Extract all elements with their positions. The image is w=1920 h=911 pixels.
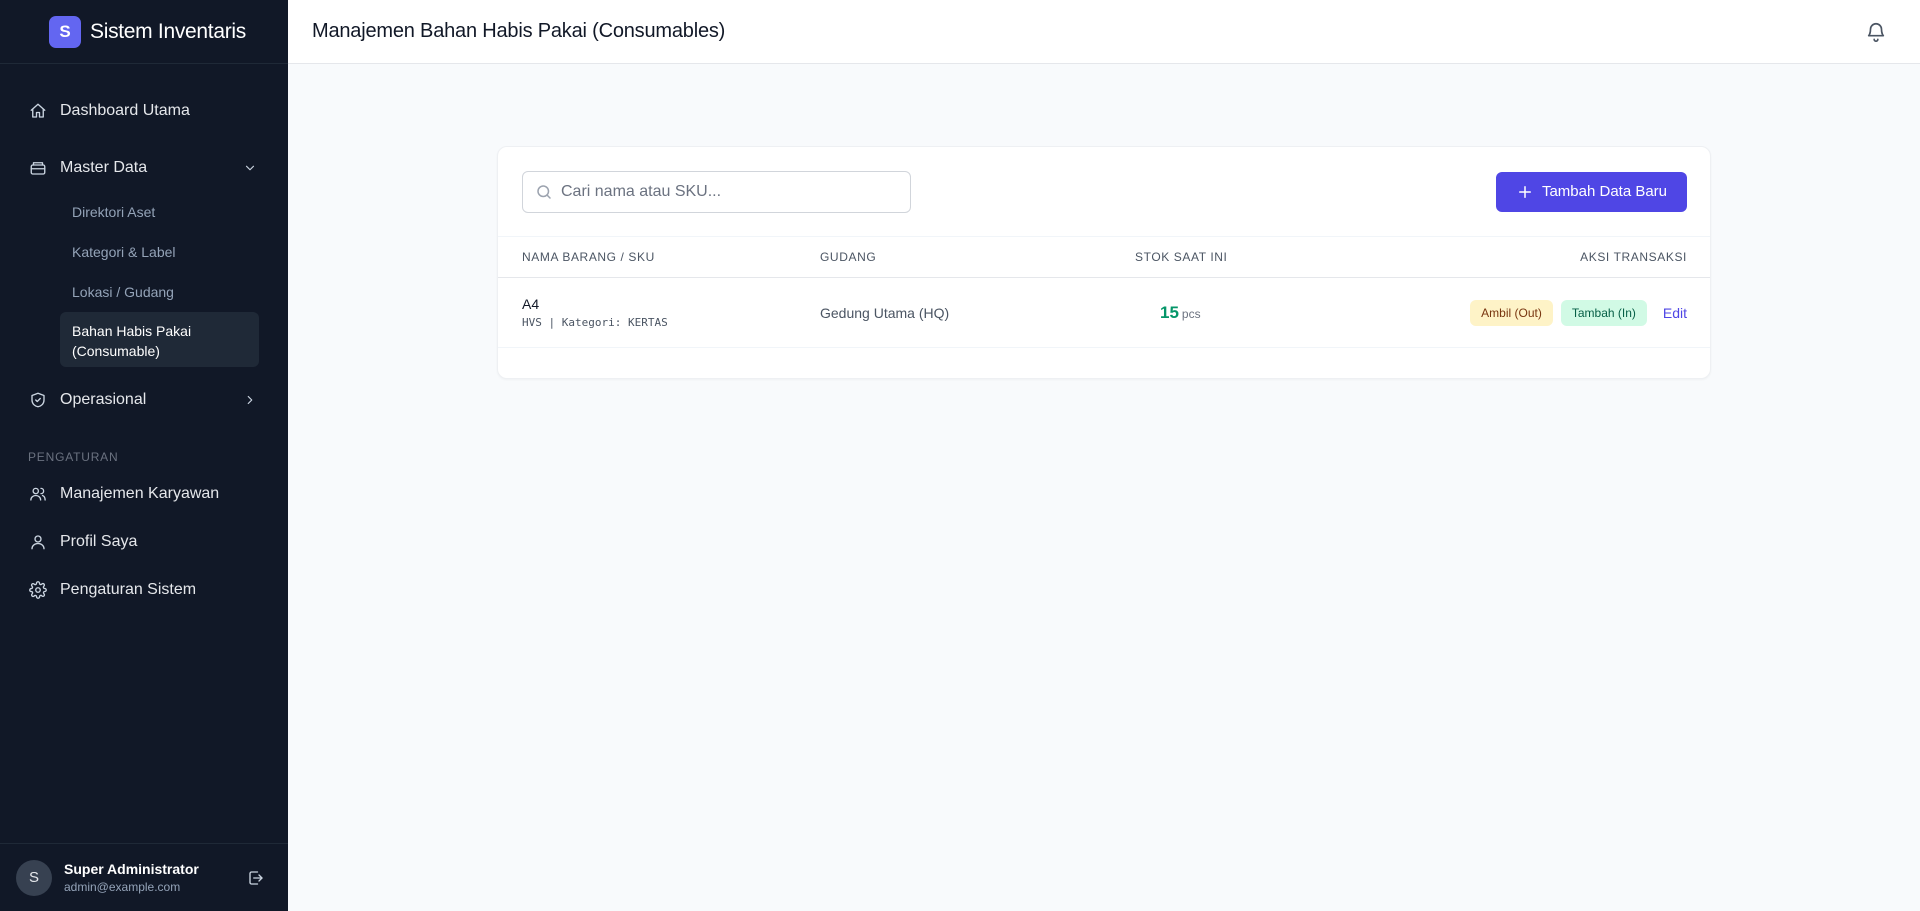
cell-stok: 15 pcs <box>1135 303 1315 323</box>
sidebar-item-pengaturan-sistem[interactable]: Pengaturan Sistem <box>0 566 288 614</box>
sidebar-item-dashboard[interactable]: Dashboard Utama <box>0 87 288 135</box>
gear-icon <box>28 580 48 600</box>
user-info: Super Administrator admin@example.com <box>64 861 246 894</box>
section-label-pengaturan: PENGATURAN <box>28 450 119 464</box>
sidebar-item-label: Master Data <box>60 159 148 176</box>
column-header-gudang: GUDANG <box>820 250 877 264</box>
stock-value: 15 <box>1160 302 1179 322</box>
sidebar-item-manajemen-karyawan[interactable]: Manajemen Karyawan <box>0 470 288 518</box>
sidebar: S Sistem Inventaris Dashboard Utama Mast… <box>0 0 288 911</box>
brand-name: Sistem Inventaris <box>90 19 246 43</box>
sidebar-nav: Dashboard Utama Master Data Direktori As… <box>0 64 288 614</box>
subitem-label: Kategori & Label <box>72 244 176 260</box>
search-input[interactable] <box>561 182 910 201</box>
cell-actions: Ambil (Out) Tambah (In) Edit <box>1315 299 1687 326</box>
archive-icon <box>28 158 48 178</box>
item-sku: HVS | Kategori: KERTAS <box>522 316 668 329</box>
user-icon <box>28 532 48 552</box>
shield-check-icon <box>28 390 48 410</box>
user-bar: S Super Administrator admin@example.com <box>0 843 288 911</box>
cell-gudang: Gedung Utama (HQ) <box>820 304 950 321</box>
subitem-label: Direktori Aset <box>72 204 156 220</box>
users-icon <box>28 484 48 504</box>
cell-item: A4 HVS | Kategori: KERTAS <box>522 296 820 329</box>
search-box <box>522 170 911 213</box>
chevron-right-icon <box>242 392 258 408</box>
top-header: Manajemen Bahan Habis Pakai (Consumables… <box>288 0 1920 64</box>
sidebar-item-label: Profil Saya <box>60 533 138 550</box>
add-data-label: Tambah Data Baru <box>1541 183 1668 200</box>
home-icon <box>28 101 48 121</box>
column-header-aksi: AKSI TRANSAKSI <box>1580 250 1687 264</box>
sidebar-subitem-bahan-habis-pakai[interactable]: Bahan Habis Pakai (Consumable) <box>60 312 259 367</box>
edit-link[interactable]: Edit <box>1663 305 1687 321</box>
consumables-card: Tambah Data Baru NAMA BARANG / SKU GUDAN… <box>497 146 1711 379</box>
user-email: admin@example.com <box>64 880 181 894</box>
sidebar-item-label: Operasional <box>60 391 147 408</box>
table-header: NAMA BARANG / SKU GUDANG STOK SAAT INI A… <box>498 237 1710 278</box>
brand[interactable]: S Sistem Inventaris <box>0 0 288 64</box>
sidebar-subitem-direktori-aset[interactable]: Direktori Aset <box>60 192 259 232</box>
brand-logo: S <box>49 15 81 48</box>
user-name: Super Administrator <box>64 861 199 877</box>
toolbar: Tambah Data Baru <box>498 147 1710 237</box>
column-header-stok: STOK SAAT INI <box>1135 250 1228 264</box>
sidebar-item-master-data[interactable]: Master Data <box>0 144 288 192</box>
bell-icon[interactable] <box>1864 20 1888 44</box>
logout-icon[interactable] <box>246 868 266 888</box>
sidebar-item-label: Manajemen Karyawan <box>60 485 220 502</box>
item-name: A4 <box>522 296 540 312</box>
take-out-button[interactable]: Ambil (Out) <box>1470 299 1553 326</box>
sidebar-item-profil-saya[interactable]: Profil Saya <box>0 518 288 566</box>
sidebar-item-label: Pengaturan Sistem <box>60 581 197 598</box>
sidebar-item-label: Dashboard Utama <box>60 102 190 119</box>
sidebar-subitem-lokasi-gudang[interactable]: Lokasi / Gudang <box>60 272 259 312</box>
sidebar-subitem-kategori-label[interactable]: Kategori & Label <box>60 232 259 272</box>
chevron-down-icon <box>242 160 258 176</box>
table-row: A4 HVS | Kategori: KERTAS Gedung Utama (… <box>498 278 1710 348</box>
column-header-nama: NAMA BARANG / SKU <box>522 250 655 264</box>
avatar[interactable]: S <box>16 859 52 896</box>
subitem-label: Bahan Habis Pakai (Consumable) <box>72 322 192 359</box>
add-in-button[interactable]: Tambah (In) <box>1560 299 1647 326</box>
subitem-label: Lokasi / Gudang <box>72 284 174 300</box>
add-data-button[interactable]: Tambah Data Baru <box>1496 171 1687 212</box>
search-icon <box>535 183 553 201</box>
master-data-submenu: Direktori Aset Kategori & Label Lokasi /… <box>0 192 288 367</box>
page-title: Manajemen Bahan Habis Pakai (Consumables… <box>312 20 726 42</box>
plus-icon <box>1516 183 1534 201</box>
sidebar-item-operasional[interactable]: Operasional <box>0 376 288 424</box>
stock-unit: pcs <box>1181 306 1201 321</box>
